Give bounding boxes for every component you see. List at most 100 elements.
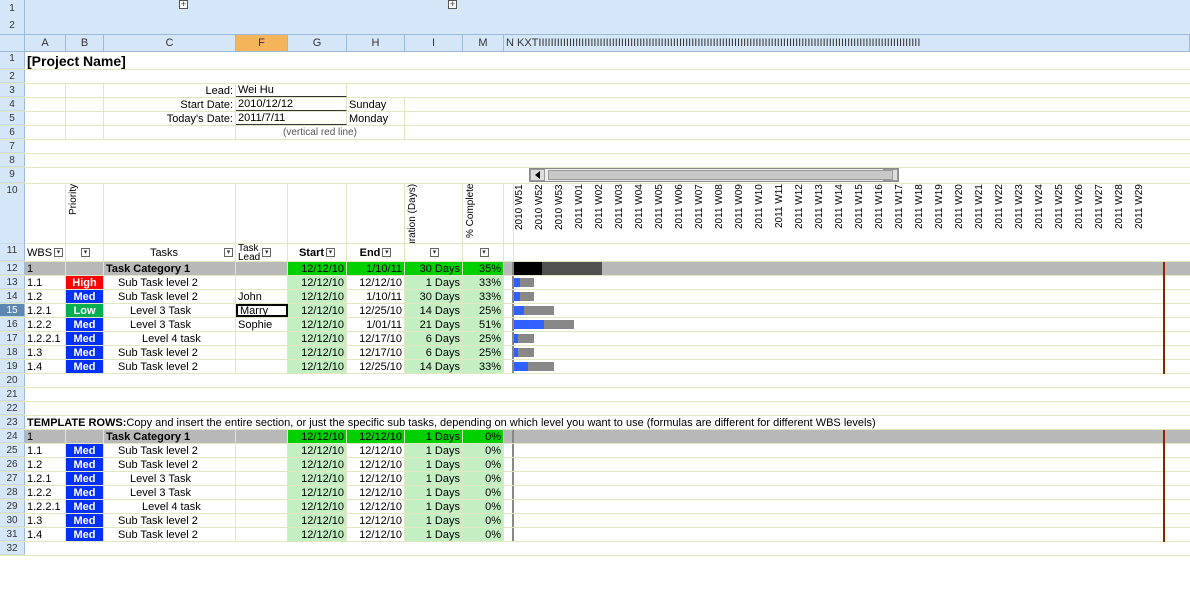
start-cell[interactable]: 12/12/10	[288, 472, 347, 485]
end-cell[interactable]: 12/12/10	[347, 276, 405, 289]
start-cell[interactable]: 12/12/10	[288, 486, 347, 499]
start-cell[interactable]: 12/12/10	[288, 430, 347, 443]
row-header[interactable]: 22	[0, 402, 25, 415]
duration-cell[interactable]: 1 Days	[405, 444, 463, 457]
row-header[interactable]: 8	[0, 154, 25, 167]
duration-cell[interactable]: 1 Days	[405, 472, 463, 485]
start-cell[interactable]: 12/12/10	[288, 514, 347, 527]
task-cell[interactable]: Sub Task level 2	[104, 360, 236, 373]
wbs-header[interactable]: WBS	[25, 244, 66, 261]
start-cell[interactable]: 12/12/10	[288, 276, 347, 289]
col-header-F[interactable]: F	[236, 35, 288, 51]
wbs-cell[interactable]: 1.2.1	[25, 304, 66, 317]
row-header[interactable]: 15	[0, 304, 25, 317]
start-cell[interactable]: 12/12/10	[288, 458, 347, 471]
task-cell[interactable]: Sub Task level 2	[104, 276, 236, 289]
row-header[interactable]: 27	[0, 472, 25, 485]
row-header[interactable]: 17	[0, 332, 25, 345]
start-date-value[interactable]: 2010/12/12	[236, 98, 347, 111]
row-header[interactable]: 31	[0, 528, 25, 541]
start-cell[interactable]: 12/12/10	[288, 304, 347, 317]
lead-cell[interactable]	[236, 346, 288, 359]
row-header[interactable]: 11	[0, 244, 25, 261]
select-all-cell[interactable]	[0, 35, 25, 51]
start-cell[interactable]: 12/12/10	[288, 318, 347, 331]
lead-cell[interactable]: John	[236, 290, 288, 303]
priority-cell[interactable]: Med	[66, 290, 104, 303]
today-date-value[interactable]: 2011/7/11	[236, 112, 347, 125]
filter-icon[interactable]	[326, 248, 335, 257]
duration-cell[interactable]: 14 Days	[405, 304, 463, 317]
duration-cell[interactable]: 14 Days	[405, 360, 463, 373]
end-cell[interactable]: 12/12/10	[347, 444, 405, 457]
filter-icon[interactable]	[262, 248, 271, 257]
priority-filter[interactable]	[66, 244, 104, 261]
end-cell[interactable]: 1/01/11	[347, 318, 405, 331]
filter-icon[interactable]	[480, 248, 489, 257]
row-header[interactable]: 25	[0, 444, 25, 457]
wbs-cell[interactable]: 1.2	[25, 458, 66, 471]
end-cell[interactable]: 12/12/10	[347, 430, 405, 443]
row-header[interactable]: 20	[0, 374, 25, 387]
pct-cell[interactable]: 0%	[463, 514, 504, 527]
col-header-C[interactable]: C	[104, 35, 236, 51]
lead-cell[interactable]	[236, 528, 288, 541]
pct-cell[interactable]: 25%	[463, 332, 504, 345]
row-header[interactable]: 12	[0, 262, 25, 275]
col-header-N-plus[interactable]: N KXTIIIIIIIIIIIIIIIIIIIIIIIIIIIIIIIIIII…	[504, 35, 1190, 51]
start-cell[interactable]: 12/12/10	[288, 332, 347, 345]
pct-cell[interactable]: 0%	[463, 486, 504, 499]
task-cell[interactable]: Sub Task level 2	[104, 444, 236, 457]
pct-cell[interactable]: 35%	[463, 262, 504, 275]
start-cell[interactable]: 12/12/10	[288, 528, 347, 541]
outline-level-1[interactable]: 1	[0, 0, 25, 17]
row-header[interactable]: 29	[0, 500, 25, 513]
pct-cell[interactable]: 33%	[463, 276, 504, 289]
lead-cell[interactable]	[236, 332, 288, 345]
wbs-cell[interactable]: 1.1	[25, 276, 66, 289]
lead-cell[interactable]	[236, 514, 288, 527]
wbs-cell[interactable]: 1.2.2	[25, 486, 66, 499]
row-header[interactable]: 3	[0, 84, 25, 97]
row-header[interactable]: 1	[0, 52, 25, 69]
row-header[interactable]: 23	[0, 416, 25, 429]
task-cell[interactable]: Level 4 task	[104, 332, 236, 345]
lead-cell[interactable]	[236, 486, 288, 499]
lead-cell[interactable]	[236, 430, 288, 443]
end-header[interactable]: End	[347, 244, 405, 261]
priority-cell[interactable]: Med	[66, 472, 104, 485]
priority-cell[interactable]: Med	[66, 514, 104, 527]
task-cell[interactable]: Sub Task level 2	[104, 346, 236, 359]
duration-cell[interactable]: 1 Days	[405, 500, 463, 513]
row-header[interactable]: 30	[0, 514, 25, 527]
outline-expand-icon[interactable]: +	[448, 0, 457, 9]
row-header[interactable]: 2	[0, 70, 25, 83]
start-cell[interactable]: 12/12/10	[288, 262, 347, 275]
row-header[interactable]: 6	[0, 126, 25, 139]
pct-cell[interactable]: 0%	[463, 500, 504, 513]
col-header-H[interactable]: H	[347, 35, 405, 51]
tasks-header[interactable]: Tasks	[104, 244, 236, 261]
task-cell[interactable]: Level 4 task	[104, 500, 236, 513]
row-header[interactable]: 28	[0, 486, 25, 499]
pct-cell[interactable]: 51%	[463, 318, 504, 331]
end-cell[interactable]: 12/12/10	[347, 458, 405, 471]
filter-icon[interactable]	[430, 248, 439, 257]
row-header[interactable]: 16	[0, 318, 25, 331]
task-cell[interactable]: Level 3 Task	[104, 472, 236, 485]
wbs-cell[interactable]: 1.4	[25, 528, 66, 541]
lead-cell[interactable]: Sophie	[236, 318, 288, 331]
lead-value[interactable]: Wei Hu	[236, 84, 347, 97]
filter-icon[interactable]	[382, 248, 391, 257]
task-cell[interactable]: Level 3 Task	[104, 486, 236, 499]
row-header[interactable]: 26	[0, 458, 25, 471]
wbs-cell[interactable]: 1	[25, 430, 66, 443]
outline-level-2[interactable]: 2	[0, 17, 25, 34]
task-cell[interactable]: Sub Task level 2	[104, 458, 236, 471]
task-cell[interactable]: Sub Task level 2	[104, 290, 236, 303]
wbs-cell[interactable]: 1	[25, 262, 66, 275]
row-header[interactable]: 21	[0, 388, 25, 401]
priority-cell[interactable]: Low	[66, 304, 104, 317]
scroll-left-icon[interactable]	[530, 169, 545, 181]
task-cell[interactable]: Level 3 Task	[104, 318, 236, 331]
